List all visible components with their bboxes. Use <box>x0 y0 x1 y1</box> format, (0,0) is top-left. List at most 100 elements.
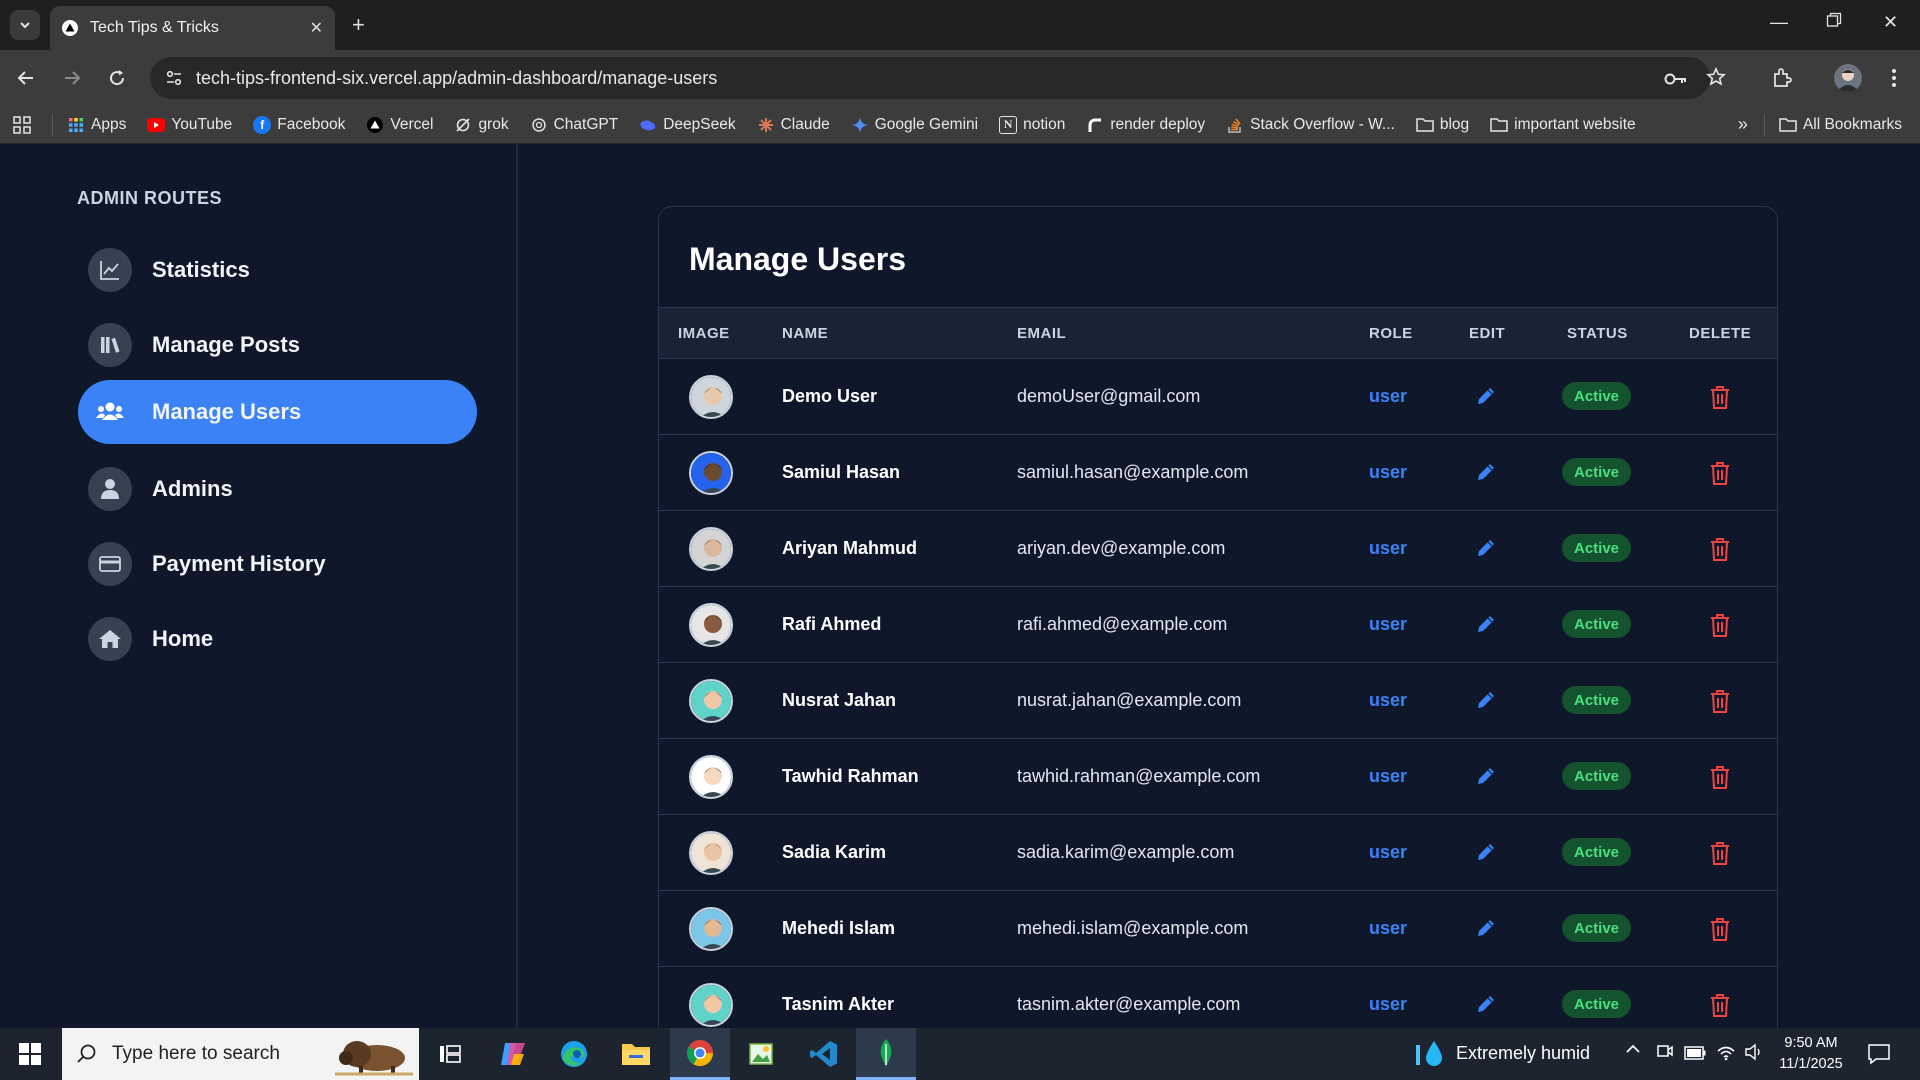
site-info-icon[interactable] <box>164 68 184 88</box>
sidebar-item-label: Home <box>152 626 214 651</box>
sidebar-item-manage-users[interactable]: Manage Users <box>78 380 477 444</box>
vercel-icon <box>366 116 384 134</box>
meet-now-icon[interactable] <box>1656 1042 1674 1065</box>
more-bookmarks-chevron-icon[interactable]: » <box>1738 114 1748 135</box>
extensions-puzzle-icon[interactable] <box>1770 66 1794 90</box>
windows-start-icon[interactable] <box>18 1042 42 1071</box>
browser-tab[interactable]: Tech Tips & Tricks ✕ <box>50 6 335 50</box>
chatgpt-icon <box>530 116 548 134</box>
delete-trash-icon[interactable] <box>1708 688 1732 714</box>
bookmark-vercel[interactable]: Vercel <box>366 116 433 134</box>
bookmark-render[interactable]: render deploy <box>1086 116 1205 134</box>
delete-trash-icon[interactable] <box>1708 612 1732 638</box>
bookmark-label: Google Gemini <box>874 115 979 133</box>
table-header: IMAGE NAME EMAIL ROLE EDIT STATUS DELETE <box>659 307 1777 359</box>
bookmark-facebook[interactable]: f Facebook <box>253 115 345 134</box>
bookmark-deepseek[interactable]: DeepSeek <box>639 116 736 134</box>
chrome-taskbar-icon[interactable] <box>670 1028 730 1080</box>
user-role: user <box>1369 614 1408 634</box>
user-name: Ariyan Mahmud <box>782 538 918 558</box>
tab-close-icon[interactable]: ✕ <box>310 18 323 38</box>
sidebar-item-home[interactable]: Home <box>78 607 477 671</box>
chart-line-icon <box>88 248 132 292</box>
file-explorer-icon[interactable] <box>606 1028 666 1080</box>
manage-users-card: Manage Users IMAGE NAME EMAIL ROLE EDIT … <box>658 206 1778 1028</box>
bookmark-youtube[interactable]: YouTube <box>147 116 232 134</box>
forward-arrow-icon[interactable] <box>60 66 84 90</box>
edge-browser-icon[interactable] <box>544 1028 604 1080</box>
battery-icon[interactable] <box>1684 1044 1706 1065</box>
user-avatar <box>689 679 733 723</box>
user-avatar <box>689 451 733 495</box>
sidebar-heading: ADMIN ROUTES <box>77 188 222 208</box>
notifications-icon[interactable] <box>1867 1043 1891 1070</box>
delete-trash-icon[interactable] <box>1708 840 1732 866</box>
tab-search-button[interactable] <box>10 10 40 40</box>
close-window-icon[interactable]: ✕ <box>1883 12 1898 33</box>
bookmark-gemini[interactable]: Google Gemini <box>851 116 978 134</box>
app-launcher-icon[interactable] <box>12 115 32 135</box>
bookmark-grok[interactable]: grok <box>454 116 509 134</box>
bookmark-claude[interactable]: Claude <box>757 116 830 134</box>
delete-trash-icon[interactable] <box>1708 992 1732 1018</box>
bookmark-apps[interactable]: Apps <box>67 116 126 134</box>
minimize-icon[interactable]: — <box>1770 12 1788 33</box>
copilot-icon[interactable] <box>483 1028 543 1080</box>
all-bookmarks-button[interactable]: All Bookmarks <box>1779 116 1902 134</box>
edit-pencil-icon[interactable] <box>1475 689 1497 711</box>
sidebar-item-admins[interactable]: Admins <box>78 457 477 521</box>
edit-pencil-icon[interactable] <box>1475 917 1497 939</box>
notion-icon: N <box>999 115 1018 134</box>
profile-avatar[interactable] <box>1834 64 1862 92</box>
edit-pencil-icon[interactable] <box>1475 765 1497 787</box>
task-view-icon[interactable] <box>420 1028 480 1080</box>
new-tab-button[interactable]: + <box>352 12 365 38</box>
delete-trash-icon[interactable] <box>1708 764 1732 790</box>
password-key-icon[interactable] <box>1664 71 1688 92</box>
edit-pencil-icon[interactable] <box>1475 537 1497 559</box>
bookmark-folder-important[interactable]: important website <box>1490 116 1636 134</box>
sidebar-item-manage-posts[interactable]: Manage Posts <box>78 313 477 377</box>
delete-trash-icon[interactable] <box>1708 460 1732 486</box>
mongodb-compass-icon[interactable] <box>856 1028 916 1080</box>
bookmark-star-icon[interactable] <box>1706 67 1726 92</box>
delete-trash-icon[interactable] <box>1708 916 1732 942</box>
bookmark-notion[interactable]: Nnotion <box>999 115 1065 134</box>
bookmark-label: Vercel <box>390 115 434 133</box>
user-avatar <box>689 983 733 1027</box>
bookmark-label: ChatGPT <box>553 115 619 133</box>
edit-pencil-icon[interactable] <box>1475 461 1497 483</box>
weather-text[interactable]: Extremely humid <box>1456 1043 1590 1064</box>
user-email: samiul.hasan@example.com <box>1017 462 1249 482</box>
volume-icon[interactable] <box>1744 1043 1764 1066</box>
bookmark-folder-blog[interactable]: blog <box>1416 116 1469 134</box>
delete-trash-icon[interactable] <box>1708 384 1732 410</box>
sidebar-item-label: Statistics <box>152 257 250 282</box>
bookmark-chatgpt[interactable]: ChatGPT <box>530 115 619 134</box>
status-badge: Active <box>1562 458 1632 486</box>
chevron-down-icon <box>20 22 30 29</box>
bookmark-label: Stack Overflow - W... <box>1250 115 1395 133</box>
bookmark-stackoverflow[interactable]: Stack Overflow - W... <box>1226 116 1395 134</box>
delete-trash-icon[interactable] <box>1708 536 1732 562</box>
sidebar-item-statistics[interactable]: Statistics <box>78 238 477 302</box>
edit-pencil-icon[interactable] <box>1475 841 1497 863</box>
edit-pencil-icon[interactable] <box>1475 613 1497 635</box>
taskbar-clock[interactable]: 9:50 AM 11/1/2025 <box>1776 1033 1846 1075</box>
wifi-icon[interactable] <box>1716 1043 1736 1066</box>
clock-time: 9:50 AM <box>1784 1035 1838 1051</box>
paint-app-icon[interactable] <box>732 1028 792 1080</box>
reload-icon[interactable] <box>105 66 129 90</box>
sidebar-item-payment-history[interactable]: Payment History <box>78 532 477 596</box>
weather-widget-icon[interactable] <box>1414 1028 1448 1080</box>
back-arrow-icon[interactable] <box>14 66 38 90</box>
restore-icon[interactable] <box>1826 12 1842 33</box>
chrome-menu-icon[interactable] <box>1882 66 1906 90</box>
edit-pencil-icon[interactable] <box>1475 385 1497 407</box>
vscode-icon[interactable] <box>794 1028 854 1080</box>
user-email: tasnim.akter@example.com <box>1017 994 1241 1014</box>
address-bar[interactable]: tech-tips-frontend-six.vercel.app/admin-… <box>150 57 1726 99</box>
taskbar-search-box[interactable]: Type here to search <box>62 1028 419 1080</box>
show-hidden-icons-chevron-icon[interactable] <box>1624 1040 1642 1063</box>
edit-pencil-icon[interactable] <box>1475 993 1497 1015</box>
